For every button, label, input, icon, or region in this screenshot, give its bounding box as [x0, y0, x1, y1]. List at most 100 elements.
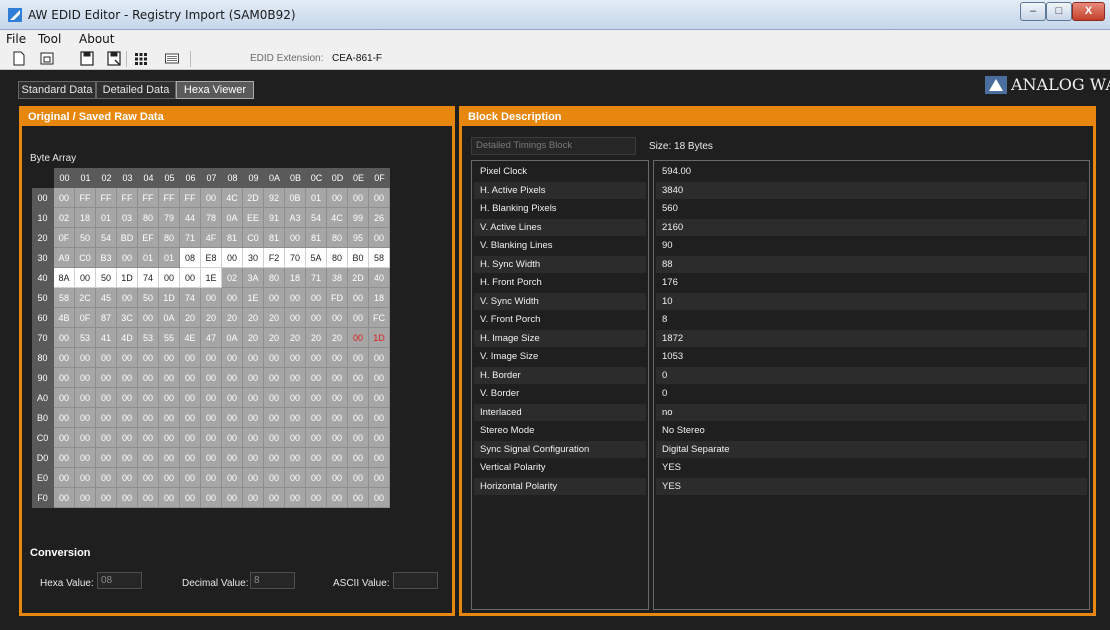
hex-byte-cell[interactable]: 00 — [159, 428, 180, 448]
hex-byte-cell[interactable]: 1E — [243, 288, 264, 308]
hex-byte-cell[interactable]: 70 — [285, 248, 306, 268]
hex-byte-cell[interactable]: 00 — [348, 288, 369, 308]
hex-byte-cell[interactable]: 00 — [327, 188, 348, 208]
hex-byte-cell[interactable]: 18 — [285, 268, 306, 288]
property-value[interactable]: 8 — [656, 311, 1087, 328]
hex-byte-cell[interactable]: 3A — [243, 268, 264, 288]
hex-byte-cell[interactable]: 80 — [159, 228, 180, 248]
hex-byte-cell[interactable]: 00 — [117, 388, 138, 408]
hex-byte-cell[interactable]: 1D — [369, 328, 390, 348]
property-value[interactable]: No Stereo — [656, 422, 1087, 439]
hex-byte-cell[interactable]: 00 — [75, 468, 96, 488]
hex-byte-cell[interactable]: 03 — [117, 208, 138, 228]
hex-byte-cell[interactable]: 81 — [306, 228, 327, 248]
hex-byte-cell[interactable]: 00 — [54, 328, 75, 348]
hex-byte-cell[interactable]: 00 — [243, 348, 264, 368]
hex-byte-cell[interactable]: 00 — [159, 368, 180, 388]
hex-byte-cell[interactable]: 00 — [159, 268, 180, 288]
hex-byte-cell[interactable]: 41 — [96, 328, 117, 348]
hex-byte-cell[interactable]: 91 — [264, 208, 285, 228]
hex-byte-cell[interactable]: 00 — [306, 408, 327, 428]
hex-byte-cell[interactable]: 00 — [201, 368, 222, 388]
hex-byte-cell[interactable]: EE — [243, 208, 264, 228]
hex-byte-cell[interactable]: 00 — [159, 468, 180, 488]
hex-byte-cell[interactable]: 00 — [348, 488, 369, 508]
hex-byte-cell[interactable]: 00 — [306, 368, 327, 388]
hex-byte-cell[interactable]: 00 — [222, 368, 243, 388]
open-file-icon[interactable] — [40, 51, 54, 66]
hex-byte-cell[interactable]: 00 — [54, 428, 75, 448]
hex-byte-cell[interactable]: A3 — [285, 208, 306, 228]
hex-byte-cell[interactable]: 1D — [117, 268, 138, 288]
hex-byte-cell[interactable]: 20 — [264, 328, 285, 348]
hex-byte-cell[interactable]: 00 — [117, 408, 138, 428]
hex-byte-cell[interactable]: 71 — [180, 228, 201, 248]
tab-detailed-data[interactable]: Detailed Data — [96, 81, 176, 99]
hex-byte-cell[interactable]: 00 — [264, 388, 285, 408]
hex-byte-cell[interactable]: 00 — [159, 488, 180, 508]
hex-byte-cell[interactable]: FF — [180, 188, 201, 208]
hex-byte-cell[interactable]: 00 — [348, 468, 369, 488]
hex-byte-cell[interactable]: FF — [75, 188, 96, 208]
hex-byte-cell[interactable]: 00 — [285, 448, 306, 468]
hex-byte-cell[interactable]: 00 — [96, 488, 117, 508]
hex-byte-cell[interactable]: 20 — [243, 328, 264, 348]
hex-byte-cell[interactable]: 00 — [159, 348, 180, 368]
property-value[interactable]: YES — [656, 459, 1087, 476]
tab-standard-data[interactable]: Standard Data — [18, 81, 96, 99]
hex-byte-cell[interactable]: 20 — [180, 308, 201, 328]
hex-byte-cell[interactable]: 80 — [327, 248, 348, 268]
property-value[interactable]: Digital Separate — [656, 440, 1087, 458]
hex-byte-cell[interactable]: 50 — [138, 288, 159, 308]
hex-byte-cell[interactable]: 0A — [159, 308, 180, 328]
hex-byte-cell[interactable]: 00 — [306, 388, 327, 408]
hex-byte-cell[interactable]: 01 — [138, 248, 159, 268]
hex-byte-cell[interactable]: 2D — [243, 188, 264, 208]
hex-byte-cell[interactable]: 18 — [369, 288, 390, 308]
hex-byte-cell[interactable]: 00 — [264, 428, 285, 448]
property-names-list[interactable]: Pixel Clock H. Active Pixels H. Blanking P… — [471, 160, 649, 610]
hex-byte-cell[interactable]: 00 — [180, 468, 201, 488]
hex-byte-cell[interactable]: 00 — [159, 408, 180, 428]
hex-byte-cell[interactable]: 00 — [138, 428, 159, 448]
new-file-icon[interactable] — [12, 51, 26, 66]
decimal-value-field[interactable]: 8 — [250, 572, 295, 589]
hex-byte-cell[interactable]: 20 — [222, 308, 243, 328]
hex-byte-cell[interactable]: 01 — [96, 208, 117, 228]
hex-byte-cell[interactable]: 00 — [222, 468, 243, 488]
hex-byte-cell[interactable]: 00 — [369, 388, 390, 408]
hex-byte-cell[interactable]: 00 — [222, 428, 243, 448]
hex-byte-cell[interactable]: 20 — [201, 308, 222, 328]
hex-byte-cell[interactable]: 00 — [327, 308, 348, 328]
hex-byte-cell[interactable]: 00 — [180, 408, 201, 428]
hex-byte-cell[interactable]: 00 — [264, 448, 285, 468]
hex-byte-cell[interactable]: 30 — [243, 248, 264, 268]
property-value[interactable]: 1872 — [656, 329, 1087, 347]
hex-byte-cell[interactable]: 00 — [222, 348, 243, 368]
hex-byte-cell[interactable]: 50 — [75, 228, 96, 248]
property-name[interactable]: H. Image Size — [474, 329, 646, 347]
hex-byte-cell[interactable]: 95 — [348, 228, 369, 248]
property-name[interactable]: V. Sync Width — [474, 292, 646, 310]
hex-byte-cell[interactable]: 87 — [96, 308, 117, 328]
hex-byte-cell[interactable]: 01 — [306, 188, 327, 208]
property-value[interactable]: 1053 — [656, 348, 1087, 365]
property-name[interactable]: V. Border — [474, 385, 646, 402]
property-name[interactable]: Pixel Clock — [474, 163, 646, 180]
hex-byte-cell[interactable]: 00 — [327, 388, 348, 408]
hex-byte-cell[interactable]: 00 — [369, 468, 390, 488]
hex-byte-cell[interactable]: 20 — [285, 328, 306, 348]
hex-byte-cell[interactable]: B3 — [96, 248, 117, 268]
hex-byte-cell[interactable]: 00 — [75, 348, 96, 368]
hex-byte-cell[interactable]: A9 — [54, 248, 75, 268]
hex-byte-cell[interactable]: 20 — [243, 308, 264, 328]
hexa-value-field[interactable]: 08 — [97, 572, 142, 589]
hex-byte-cell[interactable]: 00 — [222, 388, 243, 408]
hex-byte-cell[interactable]: 4C — [327, 208, 348, 228]
hex-byte-cell[interactable]: 4D — [117, 328, 138, 348]
hex-byte-cell[interactable]: C0 — [75, 248, 96, 268]
hex-byte-cell[interactable]: 00 — [285, 428, 306, 448]
hex-byte-cell[interactable]: FF — [96, 188, 117, 208]
property-value[interactable]: 0 — [656, 385, 1087, 402]
property-value[interactable]: 88 — [656, 255, 1087, 273]
